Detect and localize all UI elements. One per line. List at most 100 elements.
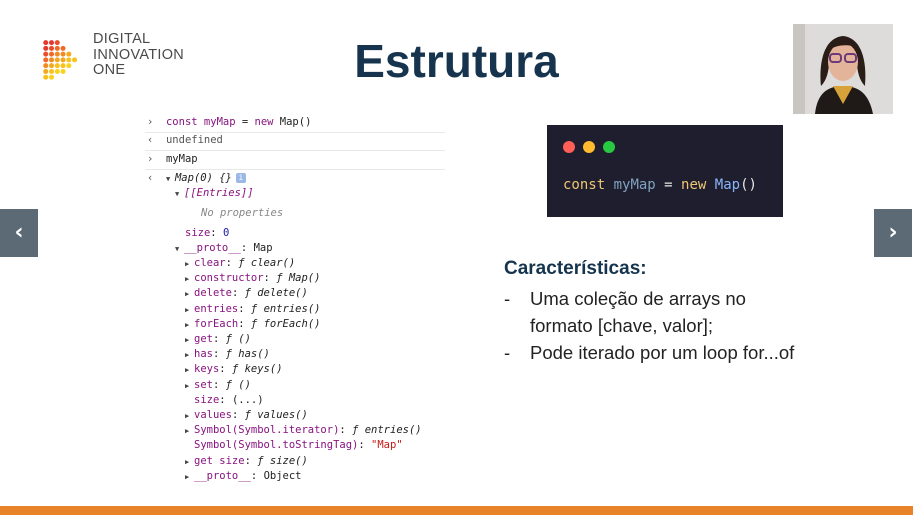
expand-triangle-icon[interactable]: ▶ [185,409,194,423]
code-operator: = [655,177,682,193]
code-variable: myMap [203,116,236,128]
devtools-console: › const myMap = new Map() ‹ undefined › … [145,113,445,487]
entries-label: [[Entries]] [184,187,254,199]
proto-member-row[interactable]: ▶ keys: ƒ keys() [185,362,283,377]
property-value: "Map" [371,439,403,452]
proto-member-row[interactable]: ▶ values: ƒ values() [185,408,308,423]
proto-node[interactable]: ▼ __proto__: Map [175,241,273,256]
property-value: Object [263,469,302,482]
property-key: Symbol(Symbol.toStringTag) [194,439,359,452]
expand-triangle-icon[interactable]: ▶ [185,303,194,317]
property-value: ƒ has() [225,348,270,361]
bullet-dash: - [504,342,511,363]
property-key: set [194,378,213,391]
property-value: ƒ delete() [244,287,308,300]
colon-separator: : [358,439,372,452]
entries-node[interactable]: ▼ [[Entries]] [175,186,254,201]
presenter-avatar-icon [793,24,893,114]
property-key: keys [194,363,220,376]
property-value: ƒ forEach() [250,317,321,330]
code-keyword: const [165,116,198,128]
property-key: size [185,227,211,239]
colon-separator: : [212,348,226,361]
presenter-webcam [793,24,893,114]
property-value: Map [253,242,273,254]
property-key: has [194,348,213,361]
property-key: get [194,333,213,345]
colon-separator: : [244,454,258,467]
property-value: (...) [231,393,264,406]
previous-slide-button[interactable]: ‹ [0,209,38,257]
property-value: ƒ () [225,378,251,391]
proto-member-row[interactable]: ▶ get size: ƒ size() [185,454,308,469]
next-slide-button[interactable]: › [874,209,912,257]
proto-member-row: Symbol(Symbol.toStringTag): "Map" [185,438,403,452]
colon-separator: : [238,317,251,330]
console-divider [145,169,445,170]
bullet-dash: - [504,288,511,309]
property-key: delete [194,287,232,300]
proto-member-row[interactable]: ▶ set: ƒ () [185,378,251,393]
expand-triangle-icon[interactable]: ▼ [166,172,175,186]
expand-triangle-icon[interactable]: ▼ [175,187,184,201]
code-keyword: const [563,177,606,193]
bullet-1-line-2: formato [chave, valor]; [530,315,714,336]
window-close-dot-icon [563,141,575,153]
proto-member-row[interactable]: ▶ has: ƒ has() [185,347,270,362]
chevron-left-icon: ‹ [14,220,24,245]
proto-member-row[interactable]: ▶ Symbol(Symbol.iterator): ƒ entries() [185,423,422,438]
expand-triangle-icon[interactable]: ▶ [185,379,194,393]
expand-triangle-icon[interactable]: ▶ [185,272,194,286]
console-output-line: ‹ undefined [147,133,223,147]
proto-member-row[interactable]: ▶ entries: ƒ entries() [185,302,320,317]
expand-triangle-icon[interactable]: ▶ [185,348,194,362]
colon-separator: : [238,302,251,315]
bullet-1-line-1: Uma coleção de arrays no [530,288,746,309]
colon-separator: : [212,378,226,391]
code-parens: () [740,177,757,193]
expand-triangle-icon[interactable]: ▶ [185,287,194,301]
expand-triangle-icon[interactable]: ▶ [185,318,194,332]
expand-triangle-icon[interactable]: ▶ [185,333,194,347]
expand-triangle-icon[interactable]: ▶ [185,363,194,377]
output-undefined: undefined [165,134,223,146]
proto-member-row[interactable]: ▶ clear: ƒ clear() [185,256,295,271]
property-key: clear [194,257,226,269]
code-keyword-new: new [681,177,707,193]
features-heading: Características: [504,258,647,279]
expand-triangle-icon[interactable]: ▶ [185,257,194,271]
info-icon[interactable]: i [235,173,246,183]
proto-member-row[interactable]: ▶ delete: ƒ delete() [185,286,308,301]
colon-separator: : [263,272,277,285]
slide-title: Estrutura [354,35,559,87]
colon-separator: : [212,333,226,345]
expand-triangle-icon[interactable]: ▶ [185,424,194,438]
property-value: ƒ clear() [238,257,296,269]
proto-member-row: size: (...) [185,393,264,407]
property-value: ƒ size() [257,454,308,467]
property-value: ƒ values() [244,409,308,421]
expand-triangle-icon[interactable]: ▼ [175,242,184,256]
property-key: __proto__ [194,469,251,482]
code-operator: = [235,116,255,128]
proto-member-row[interactable]: ▶ get: ƒ () [185,332,251,347]
code-snippet-window: const myMap = new Map() [547,125,783,217]
property-value: ƒ keys() [231,363,283,376]
colon-separator: : [231,287,245,300]
proto-member-row[interactable]: ▶ forEach: ƒ forEach() [185,317,320,332]
property-value: 0 [222,227,230,239]
code-call: Map() [273,116,312,128]
input-text: myMap [165,153,198,165]
console-object-line[interactable]: ‹ ▼ Map(0) {} i [147,171,246,186]
colon-separator: : [339,424,353,437]
no-properties-text: No properties [201,207,284,219]
property-value: ƒ entries() [352,424,422,437]
proto-member-row[interactable]: ▶ __proto__: Object [185,469,302,484]
prompt-icon: › [147,116,154,128]
proto-member-row[interactable]: ▶ constructor: ƒ Map() [185,271,320,286]
property-key: __proto__ [184,242,241,254]
property-key: size [194,393,220,406]
expand-triangle-icon[interactable]: ▶ [185,455,194,469]
code-variable: myMap [613,177,656,193]
expand-triangle-icon[interactable]: ▶ [185,470,194,484]
